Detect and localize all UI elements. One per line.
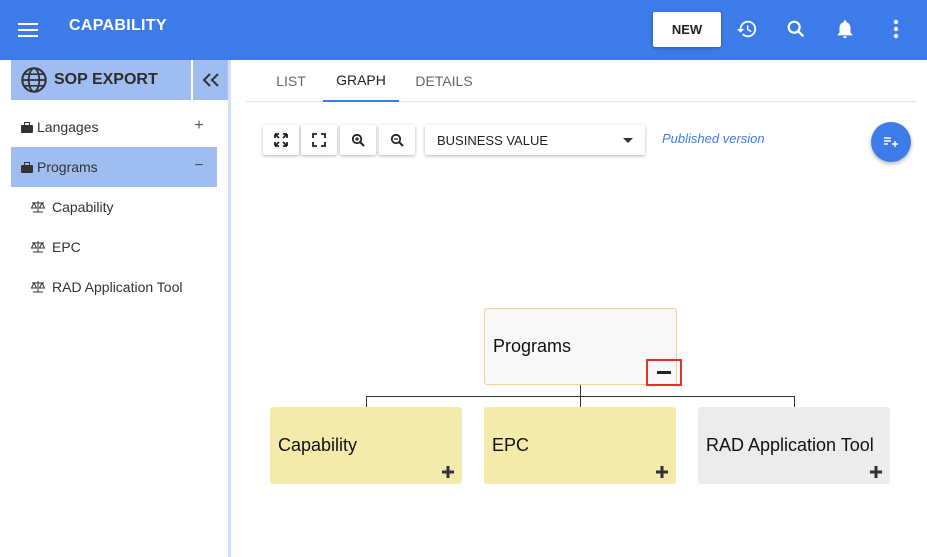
add-list-button[interactable]	[871, 122, 911, 162]
sidebar-child-epc[interactable]: EPC	[30, 227, 81, 267]
scale-icon	[30, 241, 46, 253]
graph-node-label: Capability	[278, 435, 358, 455]
graph-connector	[366, 396, 795, 397]
add-list-icon	[884, 137, 898, 147]
expand-button[interactable]: +	[191, 117, 207, 135]
sidebar-child-capability[interactable]: Capability	[30, 187, 113, 227]
collapse-sidebar-button[interactable]	[193, 60, 228, 100]
zoom-in-icon	[351, 133, 365, 147]
collapse-node-button[interactable]	[646, 359, 682, 386]
sidebar-item-label: Langages	[37, 119, 99, 135]
briefcase-icon	[21, 161, 33, 173]
fit-to-screen-button[interactable]	[263, 125, 299, 155]
more-vert-icon[interactable]	[882, 15, 910, 43]
tab-details[interactable]: DETAILS	[409, 60, 479, 102]
tab-list[interactable]: LIST	[266, 60, 316, 102]
scale-icon	[30, 201, 46, 213]
graph-connector	[794, 396, 795, 407]
zoom-out-button[interactable]	[379, 125, 415, 155]
briefcase-icon	[21, 121, 33, 133]
graph-connector	[366, 396, 367, 407]
app-title: CAPABILITY	[69, 17, 167, 34]
globe-icon	[21, 67, 47, 93]
collapse-button[interactable]: −	[191, 157, 207, 175]
graph-node-label: EPC	[492, 435, 530, 455]
sidebar-child-label: EPC	[52, 239, 81, 255]
fullscreen-button[interactable]	[301, 125, 337, 155]
sidebar-item-label: Programs	[37, 159, 98, 175]
sidebar-item-programs[interactable]: Programs −	[11, 147, 217, 187]
app-bar: CAPABILITY NEW	[0, 0, 927, 60]
search-icon[interactable]	[782, 15, 810, 43]
menu-icon[interactable]	[13, 15, 43, 45]
view-select[interactable]: BUSINESS VALUE	[425, 125, 645, 155]
graph-node-capability[interactable]: Capability	[270, 407, 462, 484]
minus-icon	[657, 370, 671, 374]
sidebar-child-label: RAD Application Tool	[52, 279, 183, 295]
graph-node-label: RAD Application Tool	[706, 435, 874, 455]
graph-node-epc[interactable]: EPC	[484, 407, 676, 484]
tab-graph[interactable]: GRAPH	[323, 60, 399, 102]
plus-icon[interactable]	[654, 464, 670, 480]
zoom-in-button[interactable]	[340, 125, 376, 155]
published-version-label[interactable]: Published version	[662, 131, 765, 146]
bell-icon[interactable]	[831, 15, 859, 43]
sidebar-header[interactable]: SOP EXPORT	[11, 60, 191, 100]
fit-to-screen-icon	[274, 133, 288, 147]
tab-bar: LIST GRAPH DETAILS	[246, 60, 916, 102]
graph-node-rad-application-tool[interactable]: RAD Application Tool	[698, 407, 890, 484]
double-chevron-left-icon	[202, 73, 219, 87]
sidebar-child-label: Capability	[52, 199, 114, 215]
sidebar-header-label: SOP EXPORT	[54, 71, 158, 88]
sidebar-divider	[228, 60, 231, 557]
new-button[interactable]: NEW	[653, 12, 721, 47]
fullscreen-icon	[312, 133, 326, 147]
chevron-down-icon	[623, 138, 633, 143]
sidebar-item-langages[interactable]: Langages +	[11, 107, 217, 147]
view-select-value: BUSINESS VALUE	[437, 132, 549, 148]
zoom-out-icon	[390, 133, 404, 147]
sidebar-child-rad-application-tool[interactable]: RAD Application Tool	[30, 267, 182, 307]
plus-icon[interactable]	[868, 464, 884, 480]
plus-icon[interactable]	[440, 464, 456, 480]
graph-node-label: Programs	[493, 336, 572, 356]
history-icon[interactable]	[733, 15, 761, 43]
scale-icon	[30, 281, 46, 293]
